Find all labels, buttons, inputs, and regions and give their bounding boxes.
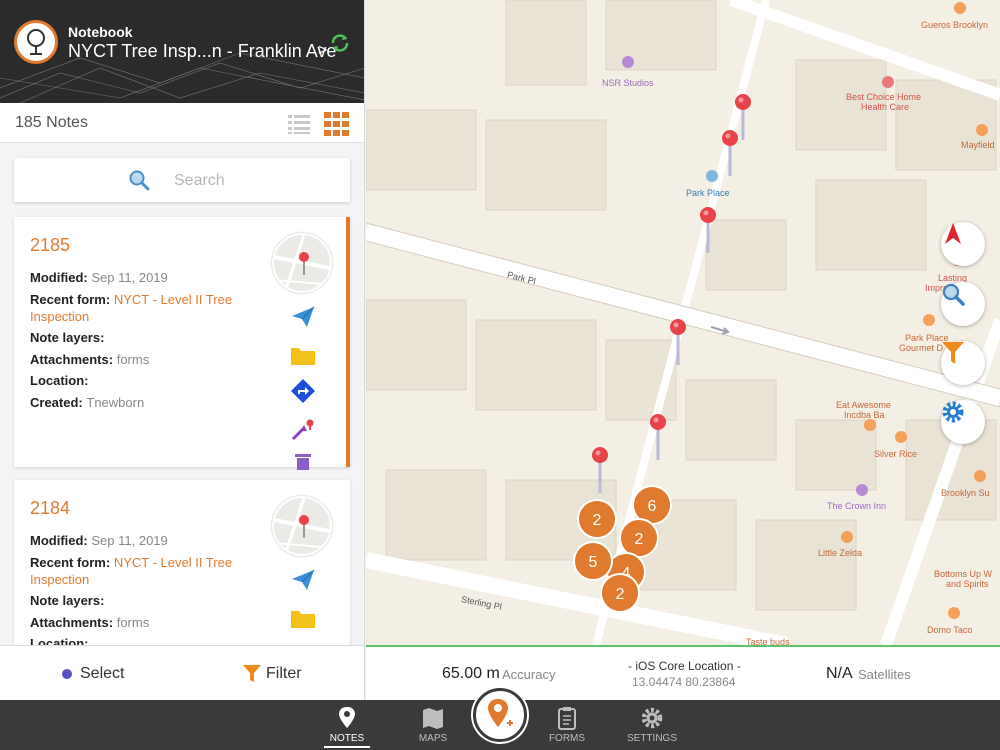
search-icon [129,170,150,191]
cluster-marker[interactable]: 2 [600,573,640,613]
notes-count: 185 Notes [15,114,88,131]
pin-icon [339,707,355,728]
tab-settings[interactable]: SETTINGS [617,700,687,750]
attachments-row: Attachments: forms [30,615,150,630]
filter-button[interactable]: Filter [266,665,302,683]
folder-icon[interactable] [290,606,316,630]
recent-form-row: Recent form: NYCT - Level II Tree [30,292,233,307]
compass-icon [945,223,961,244]
recent-form-link[interactable]: NYCT - Level II Tree [114,292,232,307]
notes-panel: Notebook NYCT Tree Insp...n - Franklin A… [0,0,365,700]
add-note-button[interactable] [473,688,527,742]
tab-forms[interactable]: FORMS [532,700,602,750]
map-thumbnail[interactable] [272,496,332,556]
notebook-title[interactable]: NYCT Tree Insp...n - Franklin Ave [68,41,336,62]
accuracy-value: 65.00 m [442,665,500,682]
svg-text:2: 2 [635,531,644,548]
tab-label: MAPS [418,733,448,744]
map-icon [423,708,443,729]
sync-icon[interactable] [329,32,351,54]
add-pin-icon [488,699,513,727]
chevron-right-icon[interactable]: > [318,42,327,60]
modified-row: Modified: Sep 11, 2019 [30,270,168,285]
tab-maps[interactable]: MAPS [398,700,468,750]
notebook-label: Notebook [68,24,133,40]
gear-icon [641,707,663,729]
note-number: 2185 [30,235,71,255]
location-source: - iOS Core Location - [628,659,741,673]
cluster-marker[interactable]: 2 [577,499,617,539]
grid-view-icon[interactable] [324,112,350,136]
note-number: 2184 [30,498,71,518]
map-filter-button[interactable] [941,341,985,385]
note-layers-row: Note layers: [30,330,105,345]
move-location-icon[interactable] [290,417,316,441]
satellites-label: Satellites [858,667,911,682]
search-placeholder: Search [174,172,225,189]
select-button[interactable]: Select [80,665,124,683]
cluster-marker[interactable]: 2 [619,518,659,558]
map-search-button[interactable] [941,282,985,326]
filter-icon [942,342,964,364]
filter-icon[interactable] [243,665,261,683]
trash-icon[interactable] [290,452,316,476]
recent-form-link-cont[interactable]: Inspection [30,309,89,324]
tab-label: FORMS [548,733,586,744]
gear-icon [942,401,964,423]
cluster-layer: 6 2 2 4 5 2 [573,485,672,613]
svg-text:2: 2 [616,586,625,603]
map-settings-button[interactable] [941,400,985,444]
satellites-value: N/A [826,665,853,682]
search-icon [942,283,965,306]
directions-icon[interactable] [290,379,316,403]
radio-dot-icon[interactable] [62,669,72,679]
send-icon[interactable] [290,568,316,592]
send-icon[interactable] [290,305,316,329]
created-row: Created: Tnewborn [30,395,145,410]
recent-form-link[interactable]: NYCT - Level II Tree [114,555,232,570]
attachments-row: Attachments: forms [30,352,150,367]
recent-form-row: Recent form: NYCT - Level II Tree [30,555,233,570]
tab-notes[interactable]: NOTES [312,700,382,750]
location-row: Location: [30,373,89,388]
tab-label: SETTINGS [626,733,677,744]
svg-text:5: 5 [589,554,598,571]
notebook-header[interactable]: Notebook NYCT Tree Insp...n - Franklin A… [0,0,364,103]
recent-form-link-cont[interactable]: Inspection [30,572,89,587]
list-view-icon[interactable] [288,113,310,135]
accuracy-label: Accuracy [502,667,556,682]
tab-label: NOTES [329,733,365,744]
note-card[interactable]: 2185 Modified: Sep 11, 2019 Recent form:… [14,217,350,470]
map-thumbnail[interactable] [272,233,332,293]
notes-toolbar: 185 Notes [0,103,364,143]
location-coords: 13.04474 80.23864 [632,675,736,689]
svg-text:6: 6 [648,498,657,515]
gps-status-bar: 65.00 m Accuracy - iOS Core Location - 1… [366,645,1000,700]
map-view[interactable]: Park Pl Sterling Pl Gueros Brooklyn NSR … [366,0,1000,645]
compass-button[interactable] [941,222,985,266]
note-layers-row: Note layers: [30,593,105,608]
clipboard-icon [558,707,576,730]
modified-row: Modified: Sep 11, 2019 [30,533,168,548]
svg-text:2: 2 [593,512,602,529]
cluster-marker[interactable]: 5 [573,541,613,581]
selection-bar: Select Filter [0,645,364,700]
notebook-logo [14,20,58,64]
folder-icon[interactable] [290,343,316,367]
search-input[interactable]: Search [14,158,350,202]
